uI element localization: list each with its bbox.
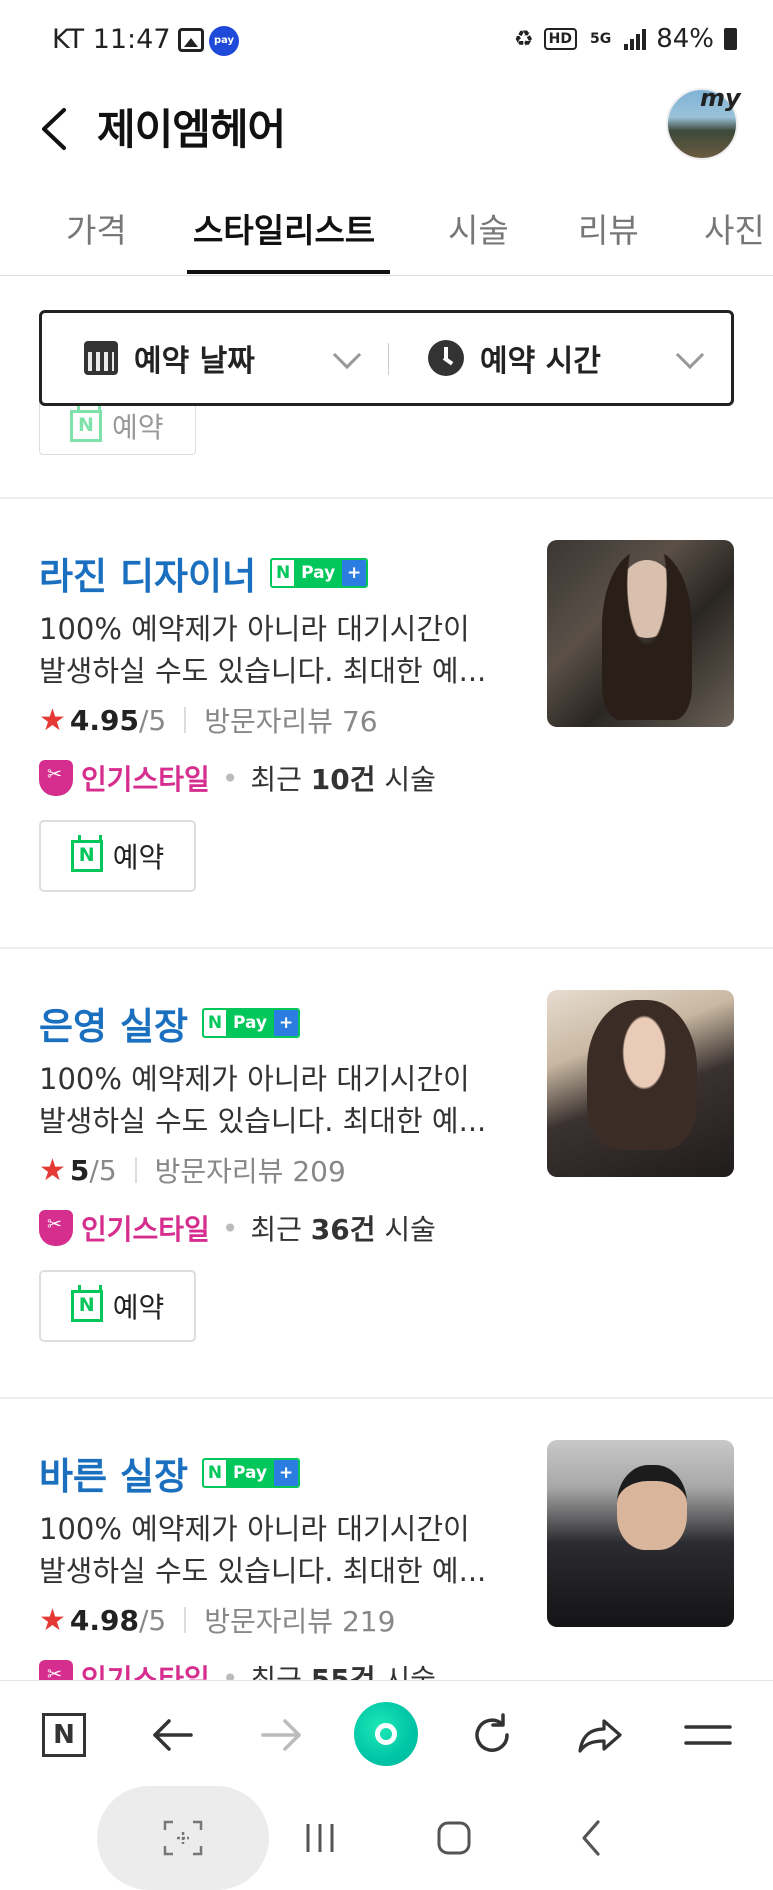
share-arrow-icon <box>578 1719 622 1753</box>
rating: ★ 4.98/5 방문자리뷰 219 <box>39 1600 395 1640</box>
battery-percent: 84% <box>656 24 714 54</box>
back-arrow-icon[interactable] <box>36 104 80 154</box>
my-badge: my <box>700 84 741 112</box>
hd-icon: HD <box>543 28 577 50</box>
menu-button[interactable] <box>680 1707 736 1763</box>
home-icon[interactable] <box>434 1818 474 1858</box>
star-icon: ★ <box>39 702 66 738</box>
back-button[interactable] <box>145 1707 201 1763</box>
naver-calendar-icon <box>70 1285 103 1322</box>
stylist-description: 100% 예약제가 아니라 대기시간이 발생하실 수도 있습니다. 최대한 예.… <box>39 1512 487 1588</box>
popularity-row: 인기스타일 • 최근 10건 시술 <box>39 758 436 798</box>
app-header: 제이엠헤어 my <box>0 84 773 184</box>
refresh-button[interactable] <box>464 1707 520 1763</box>
tab-price[interactable]: 가격 <box>66 204 127 252</box>
scissors-badge-icon <box>39 1660 73 1680</box>
status-time: KT 11:47 <box>52 24 171 55</box>
naver-n-icon: N <box>42 1713 86 1757</box>
recent-apps-icon[interactable] <box>300 1818 340 1858</box>
network-icon: 5G <box>589 31 612 47</box>
stylist-name[interactable]: 바른 실장 N Pay + <box>39 1446 301 1500</box>
page-title: 제이엠헤어 <box>97 105 286 154</box>
calendar-icon <box>84 341 118 375</box>
tab-stylist[interactable]: 스타일리스트 <box>193 204 375 252</box>
stylist-photo[interactable] <box>547 1440 734 1627</box>
rating: ★ 5/5 방문자리뷰 209 <box>39 1150 346 1190</box>
share-button[interactable] <box>572 1707 628 1763</box>
arrow-right-icon <box>261 1719 301 1751</box>
time-filter[interactable]: 예약 시간 <box>390 313 730 403</box>
stylist-name[interactable]: 라진 디자이너 N Pay + <box>39 546 369 600</box>
capture-pill[interactable] <box>97 1786 269 1890</box>
status-right: ♻ HD 5G 84% <box>514 24 737 54</box>
stylist-description: 100% 예약제가 아니라 대기시간이 발생하실 수도 있습니다. 최대한 예.… <box>39 1062 487 1138</box>
divider <box>0 947 773 949</box>
system-nav-bar <box>0 1786 773 1890</box>
status-bar: KT 11:47 pay ♻ HD 5G 84% <box>0 0 773 84</box>
scissors-badge-icon <box>39 760 73 796</box>
hamburger-menu-icon <box>684 1725 732 1745</box>
tab-bar: 가격 스타일리스트 시술 리뷰 사진 <box>0 184 773 276</box>
stylist-card[interactable]: 라진 디자이너 N Pay + 100% 예약제가 아니라 대기시간이 발생하실 수… <box>0 500 773 950</box>
tab-review[interactable]: 리뷰 <box>578 204 639 252</box>
filter-divider <box>388 343 389 375</box>
npay-plus-badge: N Pay + <box>202 1458 301 1488</box>
chevron-down-icon <box>675 340 705 370</box>
eco-icon: ♻ <box>513 26 534 52</box>
review-count[interactable]: 방문자리뷰 76 <box>204 700 377 740</box>
review-count[interactable]: 방문자리뷰 209 <box>155 1150 346 1190</box>
divider <box>0 1397 773 1399</box>
star-icon: ★ <box>39 1152 66 1188</box>
npay-plus-badge: N Pay + <box>202 1008 301 1038</box>
signal-icon <box>624 28 647 50</box>
arrow-left-icon <box>153 1719 193 1751</box>
stylist-name[interactable]: 은영 실장 N Pay + <box>39 996 301 1050</box>
scissors-badge-icon <box>39 1210 73 1246</box>
reservation-filter: 예약 날짜 예약 시간 <box>39 310 734 406</box>
divider <box>0 497 773 499</box>
npay-plus-badge: N Pay + <box>270 558 369 588</box>
chevron-down-icon <box>332 340 362 370</box>
book-button[interactable]: 예약 <box>39 820 196 892</box>
refresh-icon <box>475 1713 509 1752</box>
active-tab-indicator <box>187 270 390 274</box>
stylist-description: 100% 예약제가 아니라 대기시간이 발생하실 수도 있습니다. 최대한 예.… <box>39 612 487 688</box>
naver-calendar-icon <box>70 405 102 442</box>
star-icon: ★ <box>39 1602 66 1638</box>
stylist-photo[interactable] <box>547 540 734 727</box>
rating: ★ 4.95/5 방문자리뷰 76 <box>39 700 378 740</box>
green-dot-button[interactable] <box>354 1702 418 1766</box>
date-filter[interactable]: 예약 날짜 <box>42 313 387 403</box>
tab-photo[interactable]: 사진 <box>704 204 765 252</box>
forward-button[interactable] <box>253 1707 309 1763</box>
naver-home-button[interactable]: N <box>36 1707 92 1763</box>
gallery-icon <box>178 28 204 52</box>
review-count[interactable]: 방문자리뷰 219 <box>204 1600 395 1640</box>
stylist-card[interactable]: 바른 실장 N Pay + 100% 예약제가 아니라 대기시간이 발생하실 수도 … <box>0 1400 773 1680</box>
capture-icon <box>163 1820 203 1856</box>
tab-treatment[interactable]: 시술 <box>448 204 509 252</box>
stylist-card[interactable]: 은영 실장 N Pay + 100% 예약제가 아니라 대기시간이 발생하실 수도 … <box>0 950 773 1400</box>
stylist-photo[interactable] <box>547 990 734 1177</box>
book-button[interactable]: 예약 <box>39 1270 196 1342</box>
popularity-row: 인기스타일 • 최근 36건 시술 <box>39 1208 436 1248</box>
popularity-row: 인기스타일 • 최근 55건 시술 <box>39 1658 436 1680</box>
naver-calendar-icon <box>70 835 103 872</box>
battery-icon <box>724 28 737 50</box>
clock-icon <box>428 340 464 376</box>
samsung-pay-icon: pay <box>209 26 239 56</box>
green-dot-icon <box>354 1702 418 1766</box>
back-nav-icon[interactable] <box>572 1818 612 1858</box>
browser-toolbar: N <box>0 1680 773 1786</box>
